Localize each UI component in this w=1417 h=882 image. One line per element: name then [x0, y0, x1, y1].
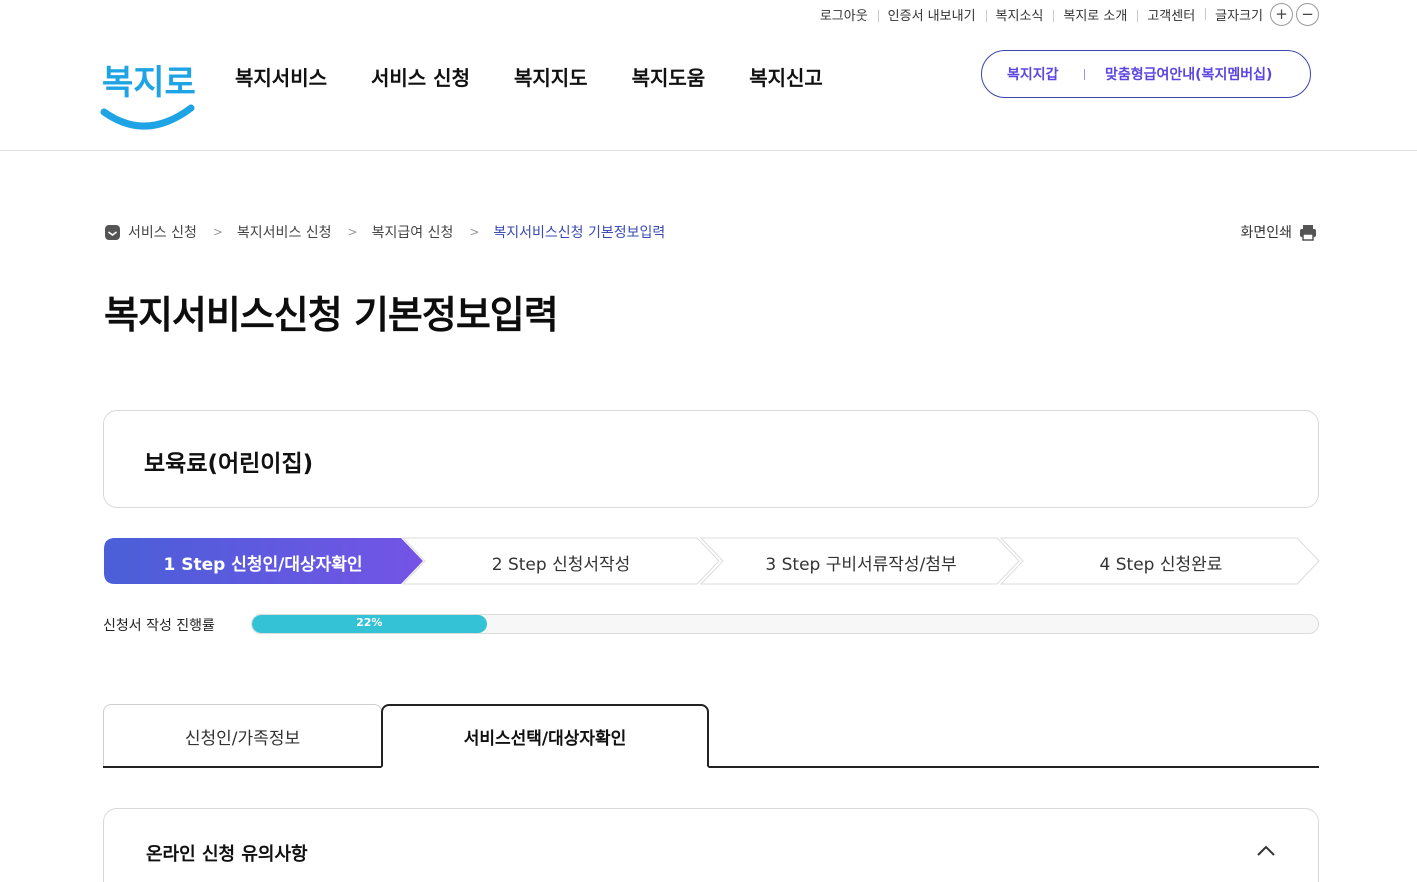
breadcrumb-item[interactable]: 서비스 신청	[128, 222, 197, 242]
export-certificate-link[interactable]: 인증서 내보내기	[877, 5, 986, 24]
welfare-news-link[interactable]: 복지소식	[985, 5, 1054, 24]
step-indicator: 1 Step 신청인/대상자확인 2 Step 신청서작성 3 Step 구비서…	[103, 537, 1320, 585]
step-3-label: 3 Step 구비서류작성/첨부	[765, 555, 957, 575]
progress-bar: 22%	[251, 614, 1319, 634]
accordion-title: 온라인 신청 유의사항	[146, 844, 308, 865]
site-logo[interactable]: 복지로	[100, 46, 196, 134]
home-icon[interactable]	[104, 224, 121, 241]
header-divider	[0, 150, 1417, 151]
welfare-wallet-link[interactable]: 복지지갑	[982, 64, 1084, 84]
logout-link[interactable]: 로그아웃	[810, 5, 878, 24]
font-size-label: 글자크기	[1215, 8, 1263, 24]
page-title: 복지서비스신청 기본정보입력	[104, 293, 559, 337]
nav-welfare-help[interactable]: 복지도움	[632, 62, 706, 91]
font-increase-button[interactable]: +	[1270, 2, 1293, 26]
header-quick-links: 복지지갑 맞춤형급여안내(복지멤버십)	[981, 50, 1311, 98]
chevron-up-icon[interactable]	[1256, 843, 1276, 857]
print-label: 화면인쇄	[1240, 225, 1292, 241]
nav-welfare-service[interactable]: 복지서비스	[235, 62, 327, 91]
utility-bar: 로그아웃 인증서 내보내기 복지소식 복지로 소개 고객센터 글자크기 + −	[810, 2, 1319, 26]
printer-icon	[1300, 224, 1316, 241]
tab-label: 신청인/가족정보	[184, 728, 301, 749]
tab-label: 서비스선택/대상자확인	[463, 728, 627, 749]
step-1-label: 1 Step 신청인/대상자확인	[163, 555, 363, 575]
chevron-right-icon: >	[347, 225, 358, 239]
nav-service-apply[interactable]: 서비스 신청	[371, 62, 470, 91]
progress-percent: 22%	[356, 616, 383, 629]
chevron-right-icon: >	[212, 225, 223, 239]
tab-applicant-family[interactable]: 신청인/가족정보	[103, 704, 382, 767]
step-2-label: 2 Step 신청서작성	[491, 555, 631, 575]
logo-mark: 복지로	[100, 63, 196, 130]
nav-welfare-map[interactable]: 복지지도	[514, 62, 588, 91]
breadcrumb-item[interactable]: 복지급여 신청	[372, 222, 454, 242]
customer-center-link[interactable]: 고객센터	[1137, 5, 1205, 24]
online-notice-accordion: 온라인 신청 유의사항	[103, 808, 1319, 882]
service-name: 보육료(어린이집)	[144, 451, 314, 477]
print-button[interactable]: 화면인쇄	[1240, 222, 1317, 242]
service-name-box: 보육료(어린이집)	[103, 410, 1319, 508]
progress-fill: 22%	[252, 615, 487, 633]
nav-welfare-report[interactable]: 복지신고	[749, 62, 823, 91]
chevron-right-icon: >	[469, 225, 480, 239]
font-decrease-button[interactable]: −	[1296, 2, 1319, 26]
breadcrumb-item[interactable]: 복지서비스 신청	[237, 222, 332, 242]
global-nav: 복지서비스 서비스 신청 복지지도 복지도움 복지신고	[235, 62, 867, 91]
breadcrumb: 서비스 신청 > 복지서비스 신청 > 복지급여 신청 > 복지서비스신청 기본…	[104, 222, 665, 242]
tab-baseline	[103, 766, 1319, 768]
about-link[interactable]: 복지로 소개	[1053, 5, 1137, 24]
membership-link[interactable]: 맞춤형급여안내(복지멤버십)	[1085, 64, 1272, 84]
logo-text: 복지로	[102, 63, 195, 103]
breadcrumb-current: 복지서비스신청 기본정보입력	[493, 225, 666, 241]
progress-label: 신청서 작성 진행률	[103, 618, 215, 634]
tab-service-selection[interactable]: 서비스선택/대상자확인	[381, 704, 709, 768]
font-size-control: 글자크기 + −	[1205, 2, 1319, 26]
step-4-label: 4 Step 신청완료	[1099, 555, 1223, 575]
